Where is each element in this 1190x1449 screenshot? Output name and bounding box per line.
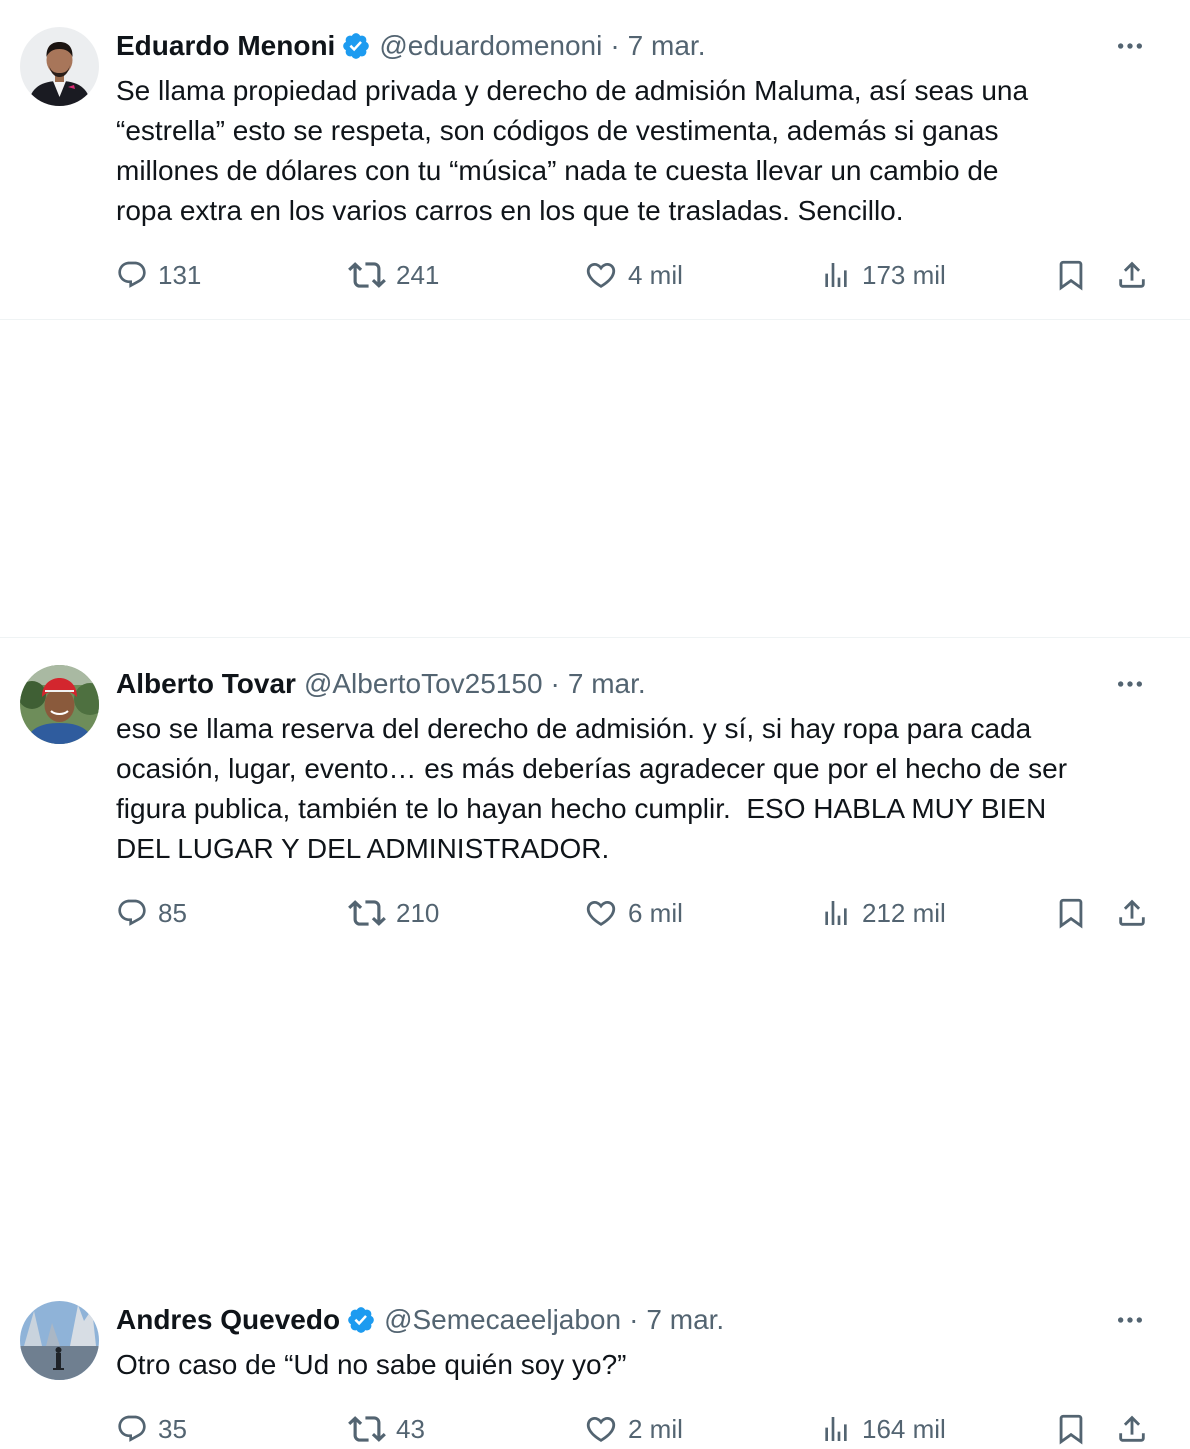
views-icon xyxy=(820,1413,852,1445)
tweet[interactable]: Alberto Tovar @AlbertoTov25150 · 7 mar. … xyxy=(0,320,1190,638)
share-icon xyxy=(1115,258,1149,292)
reply-count: 85 xyxy=(158,897,187,928)
like-icon xyxy=(584,258,618,292)
retweet-count: 241 xyxy=(396,259,440,290)
reply-button[interactable]: 35 xyxy=(116,1409,187,1449)
bookmark-icon xyxy=(1054,896,1088,930)
views-icon xyxy=(820,259,852,291)
views-button[interactable]: 164 mil xyxy=(820,1409,946,1449)
reply-button[interactable]: 131 xyxy=(116,255,201,295)
tweet-actions: 85 210 6 mil 212 mil xyxy=(116,893,1156,933)
retweet-button[interactable]: 241 xyxy=(348,255,439,295)
share-button[interactable] xyxy=(1115,255,1149,295)
author-handle[interactable]: @Semecaeeljabon xyxy=(384,1304,621,1336)
avatar[interactable] xyxy=(20,27,99,106)
reply-icon xyxy=(116,897,148,929)
tweet[interactable]: Eduardo Menoni @eduardomenoni · 7 mar. S… xyxy=(0,0,1190,320)
views-icon xyxy=(820,897,852,929)
like-count: 4 mil xyxy=(628,259,683,290)
tweet-text: Otro caso de “Ud no sabe quién soy yo?” xyxy=(116,1349,627,1380)
reply-count: 35 xyxy=(158,1413,187,1444)
tweet-header: Andres Quevedo @Semecaeeljabon · 7 mar. xyxy=(116,1302,724,1338)
retweet-icon xyxy=(348,256,386,294)
avatar[interactable] xyxy=(20,1301,99,1380)
more-options-icon[interactable] xyxy=(1112,1302,1148,1338)
reply-icon xyxy=(116,259,148,291)
views-button[interactable]: 212 mil xyxy=(820,893,946,933)
separator-dot: · xyxy=(629,1304,639,1335)
bookmark-icon xyxy=(1054,258,1088,292)
tweet-date[interactable]: 7 mar. xyxy=(628,30,706,62)
like-button[interactable]: 2 mil xyxy=(584,1409,683,1449)
retweet-count: 210 xyxy=(396,897,440,928)
verified-badge-icon xyxy=(346,1305,376,1335)
tweet-header: Eduardo Menoni @eduardomenoni · 7 mar. xyxy=(116,28,705,64)
like-count: 2 mil xyxy=(628,1413,683,1444)
bookmark-button[interactable] xyxy=(1054,893,1088,933)
views-count: 212 mil xyxy=(862,897,946,928)
share-icon xyxy=(1115,1412,1149,1446)
share-button[interactable] xyxy=(1115,1409,1149,1449)
verified-badge-icon xyxy=(341,31,371,61)
tweet-actions: 35 43 2 mil 164 mil xyxy=(116,1409,1156,1449)
views-count: 164 mil xyxy=(862,1413,946,1444)
like-icon xyxy=(584,1412,618,1446)
like-button[interactable]: 4 mil xyxy=(584,255,683,295)
retweet-count: 43 xyxy=(396,1413,425,1444)
reply-button[interactable]: 85 xyxy=(116,893,187,933)
share-icon xyxy=(1115,896,1149,930)
reply-icon xyxy=(116,1413,148,1445)
separator-dot: · xyxy=(610,30,620,61)
tweet-text: Se llama propiedad privada y derecho de … xyxy=(116,75,1029,226)
retweet-button[interactable]: 43 xyxy=(348,1409,425,1449)
author-name[interactable]: Andres Quevedo xyxy=(116,1304,340,1336)
share-button[interactable] xyxy=(1115,893,1149,933)
retweet-icon xyxy=(348,894,386,932)
author-handle[interactable]: @eduardomenoni xyxy=(379,30,602,62)
tweet-date[interactable]: 7 mar. xyxy=(646,1304,724,1336)
reply-count: 131 xyxy=(158,259,202,290)
author-name[interactable]: Eduardo Menoni xyxy=(116,30,335,62)
like-count: 6 mil xyxy=(628,897,683,928)
more-options-icon[interactable] xyxy=(1112,28,1148,64)
bookmark-button[interactable] xyxy=(1054,255,1088,295)
bookmark-icon xyxy=(1054,1412,1088,1446)
bookmark-button[interactable] xyxy=(1054,1409,1088,1449)
views-button[interactable]: 173 mil xyxy=(820,255,946,295)
like-icon xyxy=(584,896,618,930)
like-button[interactable]: 6 mil xyxy=(584,893,683,933)
retweet-button[interactable]: 210 xyxy=(348,893,439,933)
tweet-actions: 131 241 4 mil 173 mil xyxy=(116,255,1156,295)
retweet-icon xyxy=(348,1410,386,1448)
tweet[interactable]: Andres Quevedo @Semecaeeljabon · 7 mar. … xyxy=(0,638,1190,830)
views-count: 173 mil xyxy=(862,259,946,290)
